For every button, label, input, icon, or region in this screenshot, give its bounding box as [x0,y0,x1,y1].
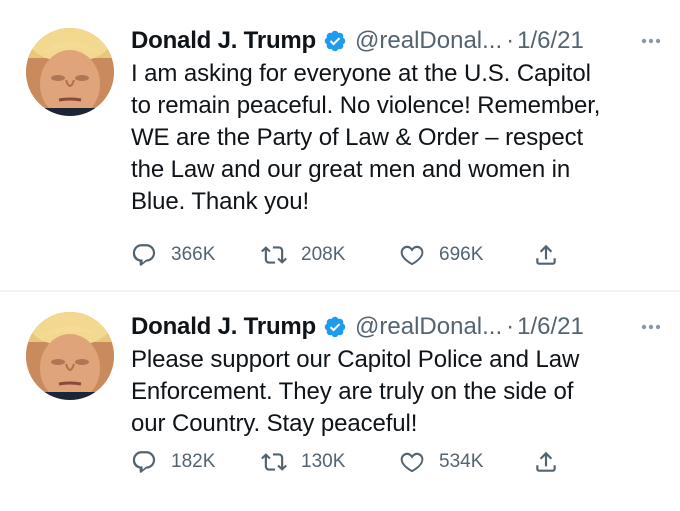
author-name[interactable]: Donald J. Trump [131,313,316,341]
share-icon [536,451,556,472]
author-name[interactable]: Donald J. Trump [131,27,316,55]
more-horizontal-icon[interactable] [636,26,666,56]
avatar[interactable] [26,312,114,400]
reply-button[interactable]: 366K [131,240,215,270]
retweet-count: 130K [301,451,346,472]
heart-icon [400,245,424,266]
header-separator: · [506,313,515,340]
tweet-actions: 182K 130K 534K [131,447,591,477]
retweet-icon [261,246,287,264]
reply-count: 182K [171,451,216,472]
share-button[interactable] [533,240,559,270]
tweet-header: Donald J. Trump @realDonal... · 1/6/21 [131,310,666,344]
like-count: 534K [439,451,484,472]
like-button[interactable]: 696K [399,240,483,270]
tweet-content: Donald J. Trump @realDonal... · 1/6/21 I… [131,24,666,218]
retweet-button[interactable]: 130K [261,447,345,477]
share-button[interactable] [533,447,559,477]
tweet-content: Donald J. Trump @realDonal... · 1/6/21 P… [131,310,666,440]
retweet-icon [261,453,287,471]
verified-badge-icon [323,315,347,339]
tweet[interactable]: Donald J. Trump @realDonal... · 1/6/21 P… [0,292,680,511]
tweet-date[interactable]: 1/6/21 [517,313,584,341]
tweet-text: I am asking for everyone at the U.S. Cap… [131,60,601,215]
profile-photo-icon [26,312,114,400]
author-handle[interactable]: @realDonal... [355,313,502,341]
avatar[interactable] [26,28,114,116]
reply-icon [132,451,156,473]
tweet-actions: 366K 208K 696K [131,240,591,270]
tweet-date[interactable]: 1/6/21 [517,27,584,55]
like-count: 696K [439,244,484,265]
reply-button[interactable]: 182K [131,447,215,477]
author-handle[interactable]: @realDonal... [355,27,502,55]
verified-badge-icon [323,29,347,53]
share-icon [536,244,556,265]
like-button[interactable]: 534K [399,447,483,477]
profile-photo-icon [26,28,114,116]
tweet[interactable]: Donald J. Trump @realDonal... · 1/6/21 I… [0,0,680,290]
retweet-count: 208K [301,244,346,265]
tweet-header: Donald J. Trump @realDonal... · 1/6/21 [131,24,666,58]
header-separator: · [506,27,515,54]
retweet-button[interactable]: 208K [261,240,345,270]
heart-icon [400,452,424,473]
reply-count: 366K [171,244,216,265]
tweet-text: Please support our Capitol Police and La… [131,346,580,437]
reply-icon [132,244,156,266]
more-horizontal-icon[interactable] [636,312,666,342]
